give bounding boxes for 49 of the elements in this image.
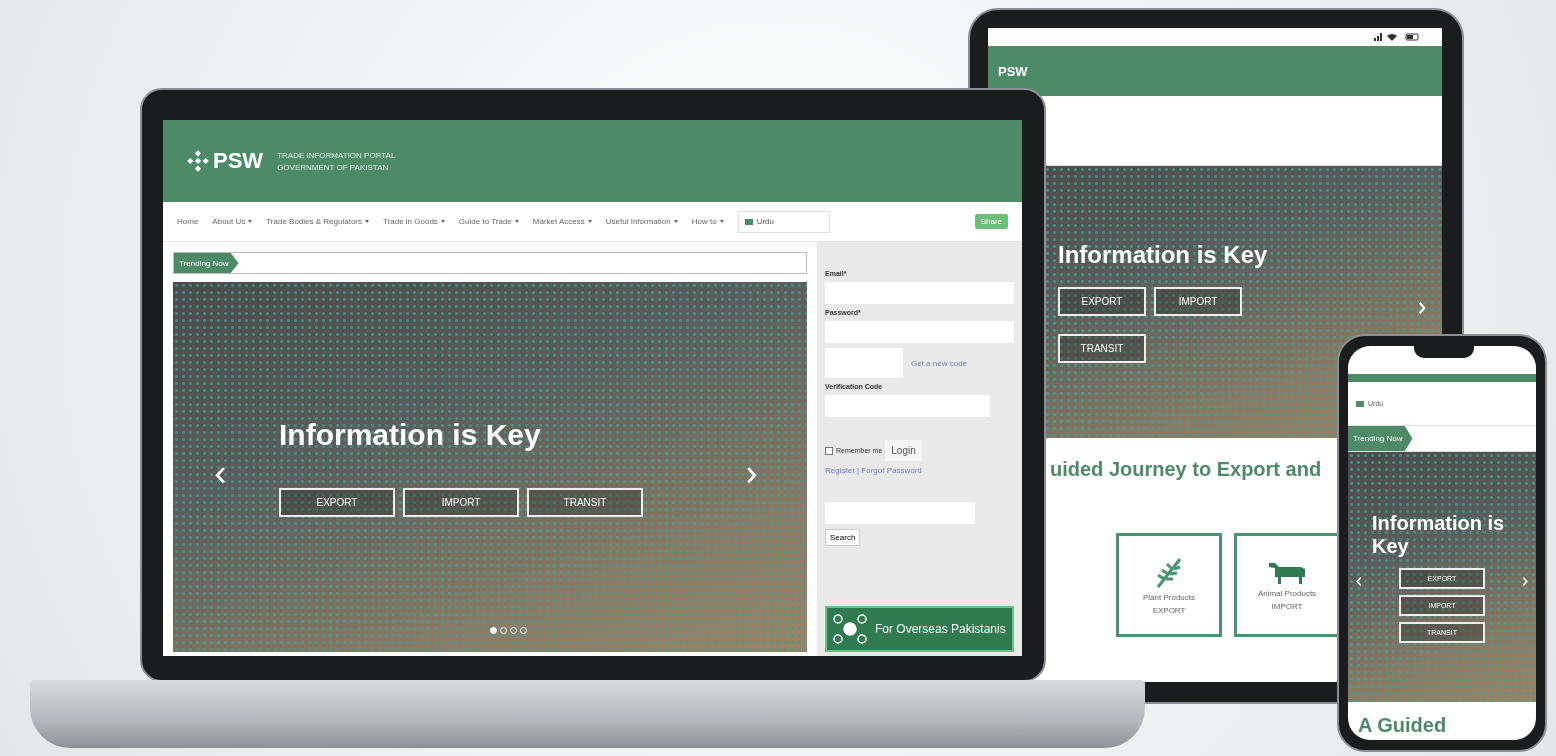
checkbox[interactable]: [825, 446, 833, 455]
ticker-label: Trending Now: [174, 253, 239, 273]
nav-link[interactable]: Home: [177, 217, 199, 226]
chevron-left-icon[interactable]: [1356, 577, 1362, 586]
nav-link[interactable]: About Us: [212, 217, 253, 226]
nav-link[interactable]: Useful Information: [605, 217, 678, 226]
flag-icon: [744, 218, 753, 225]
psw-logo: PSW: [998, 63, 1028, 79]
chevron-left-icon[interactable]: [215, 467, 226, 484]
hero-title: Information is Key: [279, 417, 541, 452]
section-heading: A Guided: [1358, 714, 1448, 737]
language-select[interactable]: Urdu: [737, 210, 830, 233]
psw-logo: PSW: [187, 148, 264, 174]
status-icons: [1374, 33, 1422, 41]
slide-dot[interactable]: [490, 627, 497, 634]
card-title: Animal Products: [1256, 589, 1318, 598]
hero-button[interactable]: EXPORT: [279, 487, 395, 517]
register-link[interactable]: Register | Forgot Password: [825, 466, 1014, 475]
hero-button[interactable]: TRANSIT: [1058, 334, 1146, 363]
chevron-right-icon[interactable]: [1522, 577, 1528, 586]
login-button[interactable]: Login: [885, 440, 922, 461]
hero-title: Information is Key: [1372, 511, 1506, 558]
search-button[interactable]: Search: [825, 529, 861, 546]
hero-button[interactable]: IMPORT: [1154, 287, 1242, 316]
nav-link[interactable]: Guide to Trade: [458, 217, 519, 226]
chevron-right-icon[interactable]: [1418, 302, 1426, 314]
card-title: Plant Products: [1142, 593, 1196, 602]
section-heading: uided Journey to Export and: [1050, 458, 1323, 481]
chevron-right-icon[interactable]: [746, 467, 757, 484]
ticker-label: Trending Now: [1348, 426, 1413, 451]
hero-title: Information is Key: [1058, 241, 1268, 269]
plant-icon: [1154, 555, 1184, 589]
card-action: EXPORT: [1151, 606, 1187, 615]
flag-icon: [1356, 400, 1364, 407]
card-action: IMPORT: [1270, 602, 1304, 611]
network-icon: [833, 614, 867, 644]
product-card[interactable]: Plant Products EXPORT: [1116, 533, 1222, 637]
portal-subtitle: GOVERNMENT OF PAKISTAN: [277, 162, 390, 172]
hero-button[interactable]: TRANSIT: [527, 487, 643, 517]
new-code-link[interactable]: Get a new code: [911, 358, 968, 368]
phone-notch: [1414, 344, 1474, 358]
nav-link[interactable]: Trade Bodies & Regulators: [266, 217, 369, 226]
nav-link[interactable]: Market Access: [532, 217, 592, 226]
hero-button[interactable]: EXPORT: [1058, 287, 1146, 316]
portal-subtitle: TRADE INFORMATION PORTAL: [277, 150, 396, 160]
hero-button[interactable]: IMPORT: [403, 487, 519, 517]
nav-link[interactable]: Trade in Goods: [383, 217, 445, 226]
overseas-banner[interactable]: For Overseas Pakistanis: [825, 606, 1014, 652]
nav-link[interactable]: How to: [691, 217, 724, 226]
